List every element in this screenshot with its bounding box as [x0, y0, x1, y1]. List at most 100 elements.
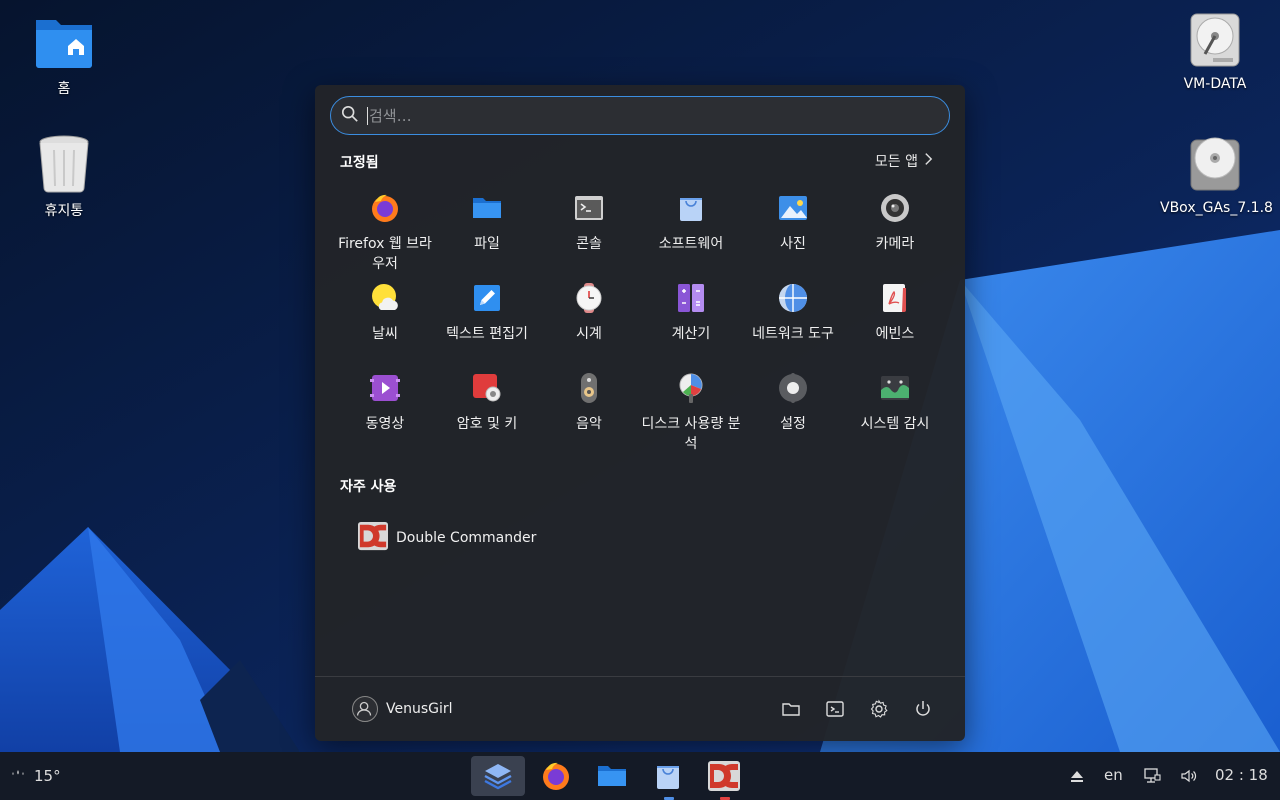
frequent-item-double-commander[interactable]: Double Commander [358, 521, 536, 555]
folder-icon [471, 192, 503, 224]
folder-icon [598, 766, 626, 786]
passwords-keys-icon [471, 372, 503, 404]
pinned-app-label: 에빈스 [875, 326, 915, 342]
pinned-app-terminal[interactable]: 콘솔 [538, 188, 640, 278]
optical-disc-icon [1183, 132, 1247, 196]
settings-icon [777, 372, 809, 404]
pinned-app-photos[interactable]: 사진 [742, 188, 844, 278]
pinned-app-label: 날씨 [372, 326, 398, 342]
pinned-app-weather[interactable]: 날씨 [334, 278, 436, 368]
rain-drops-icon [10, 766, 26, 786]
desktop-icon-label: VM-DATA [1183, 76, 1247, 92]
pinned-app-document-viewer[interactable]: 에빈스 [844, 278, 946, 368]
taskbar-app-menu-button[interactable] [471, 756, 525, 796]
document-viewer-icon [879, 282, 911, 314]
all-apps-button[interactable]: 모든 앱 [875, 151, 933, 171]
start-menu: 고정됨 모든 앱 Firefox 웹 브라우저 파일 콘솔 소프트웨어 사진 카메라날씨 텍… [315, 85, 965, 741]
desktop-icon-label: VBox_GAs_7.1.8 [1160, 200, 1273, 216]
desktop-icon-home[interactable]: 홈 [9, 10, 119, 98]
frequent-item-label: Double Commander [396, 530, 537, 546]
music-icon [573, 372, 605, 404]
eject-button[interactable] [1068, 767, 1086, 789]
search-icon [341, 105, 359, 127]
pinned-app-label: 동영상 [365, 416, 405, 432]
pinned-apps-grid: Firefox 웹 브라우저 파일 콘솔 소프트웨어 사진 카메라날씨 텍스트 편집기 시계 계… [334, 188, 946, 458]
power-button[interactable] [913, 699, 933, 719]
pinned-app-label: 카메라 [875, 236, 915, 252]
pinned-app-label: 계산기 [671, 326, 711, 342]
desktop-icon-vm-data[interactable]: VM-DATA [1160, 8, 1270, 92]
network-tools-icon [777, 282, 809, 314]
taskbar-software-button[interactable] [641, 756, 695, 800]
avatar-icon [352, 696, 378, 722]
clock[interactable]: 02 : 18 [1215, 766, 1268, 784]
pinned-app-settings[interactable]: 설정 [742, 368, 844, 458]
desktop-icon-trash[interactable]: 휴지통 [9, 132, 119, 220]
network-button[interactable] [1143, 767, 1161, 789]
frequent-section-title: 자주 사용 [340, 479, 397, 495]
files-button[interactable] [781, 699, 801, 719]
keyboard-layout-indicator[interactable]: en [1104, 766, 1123, 784]
chevron-right-icon [924, 152, 933, 170]
firefox-icon [543, 762, 569, 790]
double-commander-icon [358, 521, 388, 555]
pinned-app-firefox[interactable]: Firefox 웹 브라우저 [334, 188, 436, 278]
eject-icon [1071, 771, 1083, 782]
folder-outline-icon [782, 703, 800, 716]
pinned-app-folder[interactable]: 파일 [436, 188, 538, 278]
pinned-app-label: 네트워크 도구 [752, 326, 834, 342]
weather-widget[interactable]: 15° [10, 766, 61, 786]
pinned-app-label: 파일 [474, 236, 500, 252]
pinned-app-label: 시스템 감시 [860, 416, 930, 432]
terminal-outline-icon [826, 701, 844, 717]
pinned-app-camera[interactable]: 카메라 [844, 188, 946, 278]
pinned-app-system-monitor[interactable]: 시스템 감시 [844, 368, 946, 458]
settings-button[interactable] [869, 699, 889, 719]
taskbar-files-button[interactable] [585, 756, 639, 796]
double-commander-icon [708, 761, 740, 791]
pinned-app-clock[interactable]: 시계 [538, 278, 640, 368]
desktop-icon-label: 홈 [57, 81, 71, 97]
pinned-app-label: 소프트웨어 [658, 236, 724, 252]
speaker-icon [1181, 769, 1197, 783]
hard-drive-icon [1183, 8, 1247, 72]
video-icon [369, 372, 401, 404]
text-caret [367, 106, 368, 125]
pinned-app-label: 음악 [576, 416, 602, 432]
app-launcher-icon [484, 764, 512, 790]
search-field[interactable] [330, 96, 950, 135]
pinned-app-label: 콘솔 [576, 236, 602, 252]
user-name: VenusGirl [386, 701, 453, 717]
camera-icon [879, 192, 911, 224]
pinned-app-label: 사진 [780, 236, 806, 252]
pinned-app-software-bag[interactable]: 소프트웨어 [640, 188, 742, 278]
software-bag-icon [657, 766, 679, 789]
pinned-app-calculator[interactable]: 계산기 [640, 278, 742, 368]
user-account-button[interactable]: VenusGirl [352, 696, 453, 722]
desktop-icon-vbox-gas[interactable]: VBox_GAs_7.1.8 [1160, 132, 1273, 216]
pinned-app-label: 텍스트 편집기 [446, 326, 528, 342]
terminal-button[interactable] [825, 699, 845, 719]
power-icon [916, 701, 930, 716]
menu-footer: VenusGirl [315, 676, 965, 741]
pinned-app-video[interactable]: 동영상 [334, 368, 436, 458]
pinned-app-label: 디스크 사용량 분석 [641, 416, 741, 452]
pinned-app-music[interactable]: 음악 [538, 368, 640, 458]
pinned-section-title: 고정됨 [340, 155, 379, 171]
volume-button[interactable] [1180, 767, 1198, 789]
pinned-app-label: 설정 [780, 416, 806, 432]
pinned-app-disk-usage[interactable]: 디스크 사용량 분석 [640, 368, 742, 458]
gear-icon [870, 699, 888, 718]
taskbar-firefox-button[interactable] [529, 756, 583, 796]
clock-icon [573, 282, 605, 314]
taskbar-double-commander-button[interactable] [697, 756, 751, 800]
text-editor-icon [471, 282, 503, 314]
pinned-app-label: 시계 [576, 326, 602, 342]
pinned-app-passwords-keys[interactable]: 암호 및 키 [436, 368, 538, 458]
system-monitor-icon [879, 372, 911, 404]
disk-usage-icon [675, 372, 707, 404]
trash-icon [32, 132, 96, 196]
pinned-app-text-editor[interactable]: 텍스트 편집기 [436, 278, 538, 368]
pinned-app-network-tools[interactable]: 네트워크 도구 [742, 278, 844, 368]
search-input[interactable] [369, 106, 929, 125]
